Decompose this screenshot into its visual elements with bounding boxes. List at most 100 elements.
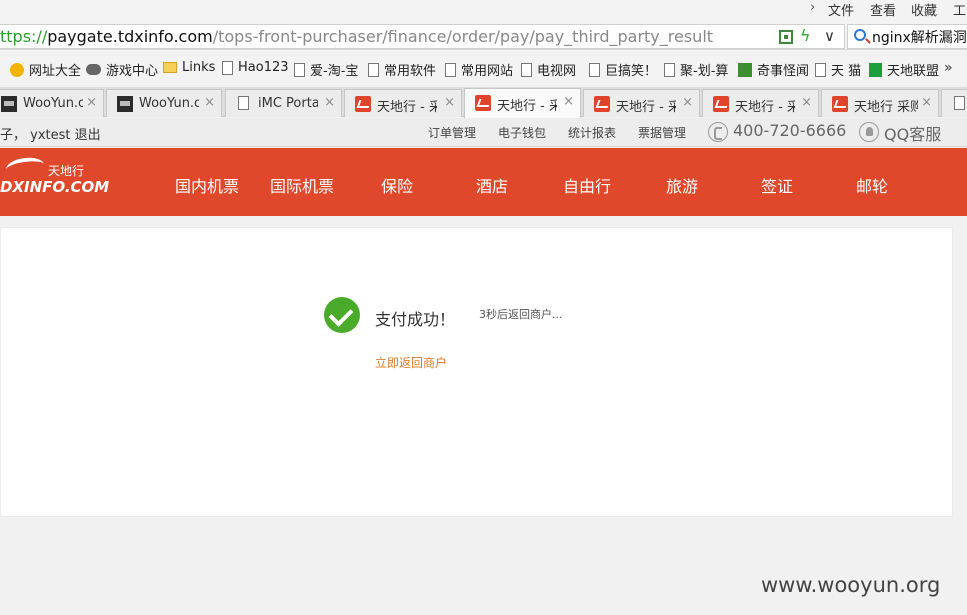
- page-icon: [222, 60, 233, 75]
- lightning-icon[interactable]: ϟ: [800, 26, 811, 45]
- league-icon: [869, 62, 882, 77]
- close-icon[interactable]: ×: [444, 95, 455, 110]
- nav-hotels[interactable]: 酒店: [476, 173, 508, 197]
- tab-tdx-1[interactable]: 天地行 - 采 ×: [344, 89, 462, 117]
- page-icon: [368, 62, 379, 77]
- redirect-countdown: 3秒后返回商户...: [479, 308, 563, 321]
- tab-label: 天地行 - 采: [497, 99, 557, 114]
- page-icon: [294, 62, 305, 77]
- page-icon: [664, 62, 675, 77]
- tab-label: 天地行 - 采: [735, 100, 795, 115]
- close-icon[interactable]: ×: [86, 95, 97, 110]
- nav-cruise[interactable]: 邮轮: [856, 173, 888, 197]
- bookmark-label: 巨搞笑！: [605, 64, 658, 79]
- address-bar[interactable]: ttps://paygate.tdxinfo.com/tops-front-pu…: [0, 24, 845, 49]
- tab-label: 天地行 采购: [854, 100, 918, 115]
- bookmark-item[interactable]: 奇事怪闻: [738, 60, 809, 79]
- url-scheme: ttps://: [0, 27, 48, 46]
- tab-label: 天地行 - 采: [616, 100, 676, 115]
- tdx-icon: [475, 95, 491, 111]
- bookmark-label: 爱-淘-宝: [310, 64, 359, 79]
- return-to-merchant-link[interactable]: 立即返回商户: [375, 354, 447, 371]
- close-icon[interactable]: ×: [324, 95, 335, 110]
- close-icon[interactable]: ×: [801, 95, 812, 110]
- bookmark-item[interactable]: 常用网站: [445, 60, 513, 79]
- folder-icon: [163, 62, 177, 73]
- tdx-icon: [713, 96, 729, 112]
- tab-wooyun-1[interactable]: WooYun.o ×: [0, 89, 104, 117]
- nav-tours[interactable]: 旅游: [666, 173, 698, 197]
- watermark: www.wooyun.org: [761, 573, 941, 597]
- menu-tools[interactable]: 工: [953, 0, 966, 19]
- payment-result-panel: 支付成功！ 3秒后返回商户... 立即返回商户: [0, 227, 953, 517]
- close-icon[interactable]: ×: [682, 95, 693, 110]
- swoosh-icon: [4, 155, 46, 179]
- bookmark-item[interactable]: 爱-淘-宝: [294, 60, 358, 79]
- tab-imc-portal[interactable]: iMC Portal ×: [225, 89, 342, 117]
- bookmark-label: 聚-划-算: [680, 64, 729, 79]
- tdx-icon: [832, 96, 848, 112]
- close-icon[interactable]: ×: [921, 95, 932, 110]
- logo-cn: 天地行: [48, 164, 85, 178]
- search-query: nginx解析漏洞: [872, 30, 967, 46]
- tab-strip: WooYun.o × WooYun.o × iMC Portal × 天地行 - 采 ×…: [0, 87, 967, 118]
- bookmark-item[interactable]: Hao123: [222, 60, 289, 75]
- tab-label: iMC Portal: [258, 96, 318, 111]
- wooyun-icon: [1, 96, 17, 112]
- bookmark-label: 常用软件: [384, 64, 437, 79]
- link-e-wallet[interactable]: 电子钱包: [498, 124, 546, 141]
- url-host: paygate.tdxinfo.com: [47, 27, 213, 46]
- menu-favorites[interactable]: 收藏: [911, 0, 937, 19]
- menu-file[interactable]: 文件: [828, 0, 854, 19]
- cat-icon: [738, 62, 752, 77]
- bookmark-item[interactable]: 巨搞笑！: [589, 60, 657, 79]
- bookmarks-bar: 网址大全 游戏中心 Links Hao123 爱-淘-宝 常用软件 常用网站 电…: [0, 56, 967, 82]
- chevron-down-icon[interactable]: ∨: [824, 27, 835, 45]
- tab-label: 天地行 - 采: [377, 100, 437, 115]
- bookmark-item[interactable]: 天地联盟: [869, 60, 939, 79]
- nav-visa[interactable]: 签证: [761, 173, 793, 197]
- tab-tdx-5[interactable]: 天地行 采购 ×: [821, 89, 939, 117]
- bookmark-item[interactable]: 网址大全: [10, 60, 81, 79]
- chevron-right-icon[interactable]: ›: [810, 0, 815, 15]
- more-bookmarks-icon[interactable]: »: [944, 60, 953, 76]
- tdx-icon: [355, 96, 371, 112]
- nav-domestic-flights[interactable]: 国内机票: [175, 173, 239, 197]
- link-statistics[interactable]: 统计报表: [568, 124, 616, 141]
- link-order-management[interactable]: 订单管理: [428, 124, 476, 141]
- bookmark-label: 奇事怪闻: [757, 64, 810, 79]
- search-icon[interactable]: [854, 29, 866, 41]
- phone-icon: [708, 122, 728, 142]
- nav-insurance[interactable]: 保险: [381, 173, 413, 197]
- tab-tdx-4[interactable]: 天地行 - 采 ×: [702, 89, 819, 117]
- address-bar-row: ttps://paygate.tdxinfo.com/tops-front-pu…: [0, 22, 967, 50]
- tab-tdx-active[interactable]: 天地行 - 采 ×: [464, 88, 581, 118]
- tab-label: WooYun.o: [23, 96, 83, 111]
- nav-free-travel[interactable]: 自由行: [563, 173, 611, 197]
- site-logo[interactable]: 天地行 DXINFO.COM: [0, 155, 109, 206]
- nav-international-flights[interactable]: 国际机票: [270, 173, 334, 197]
- close-icon[interactable]: ×: [563, 94, 574, 109]
- page-icon: [954, 96, 965, 110]
- tab-partial[interactable]: [941, 89, 967, 117]
- bookmark-label: Links: [182, 60, 216, 75]
- user-greeting[interactable]: 子， yxtest 退出: [0, 124, 101, 143]
- close-icon[interactable]: ×: [204, 95, 215, 110]
- tab-tdx-3[interactable]: 天地行 - 采 ×: [583, 89, 700, 117]
- bookmark-item[interactable]: 游戏中心: [86, 60, 158, 79]
- link-invoices[interactable]: 票据管理: [638, 124, 686, 141]
- menu-view[interactable]: 查看: [870, 0, 896, 19]
- site-nav: 天地行 DXINFO.COM 国内机票 国际机票 保险 酒店 自由行 旅游 签证…: [0, 148, 967, 216]
- bookmark-item[interactable]: 电视网: [521, 60, 576, 79]
- bookmark-item[interactable]: Links: [163, 60, 215, 75]
- search-input[interactable]: nginx解析漏洞: [847, 24, 967, 49]
- tab-wooyun-2[interactable]: WooYun.o ×: [106, 89, 222, 117]
- bookmark-item[interactable]: 聚-划-算: [664, 60, 728, 79]
- bookmark-item[interactable]: 天 猫: [815, 60, 861, 79]
- qq-icon[interactable]: [859, 122, 879, 142]
- bookmark-item[interactable]: 常用软件: [368, 60, 436, 79]
- check-circle-icon: [324, 297, 360, 333]
- qr-code-icon[interactable]: [779, 30, 793, 44]
- game-icon: [86, 64, 101, 75]
- qq-service-link[interactable]: QQ客服: [884, 121, 941, 145]
